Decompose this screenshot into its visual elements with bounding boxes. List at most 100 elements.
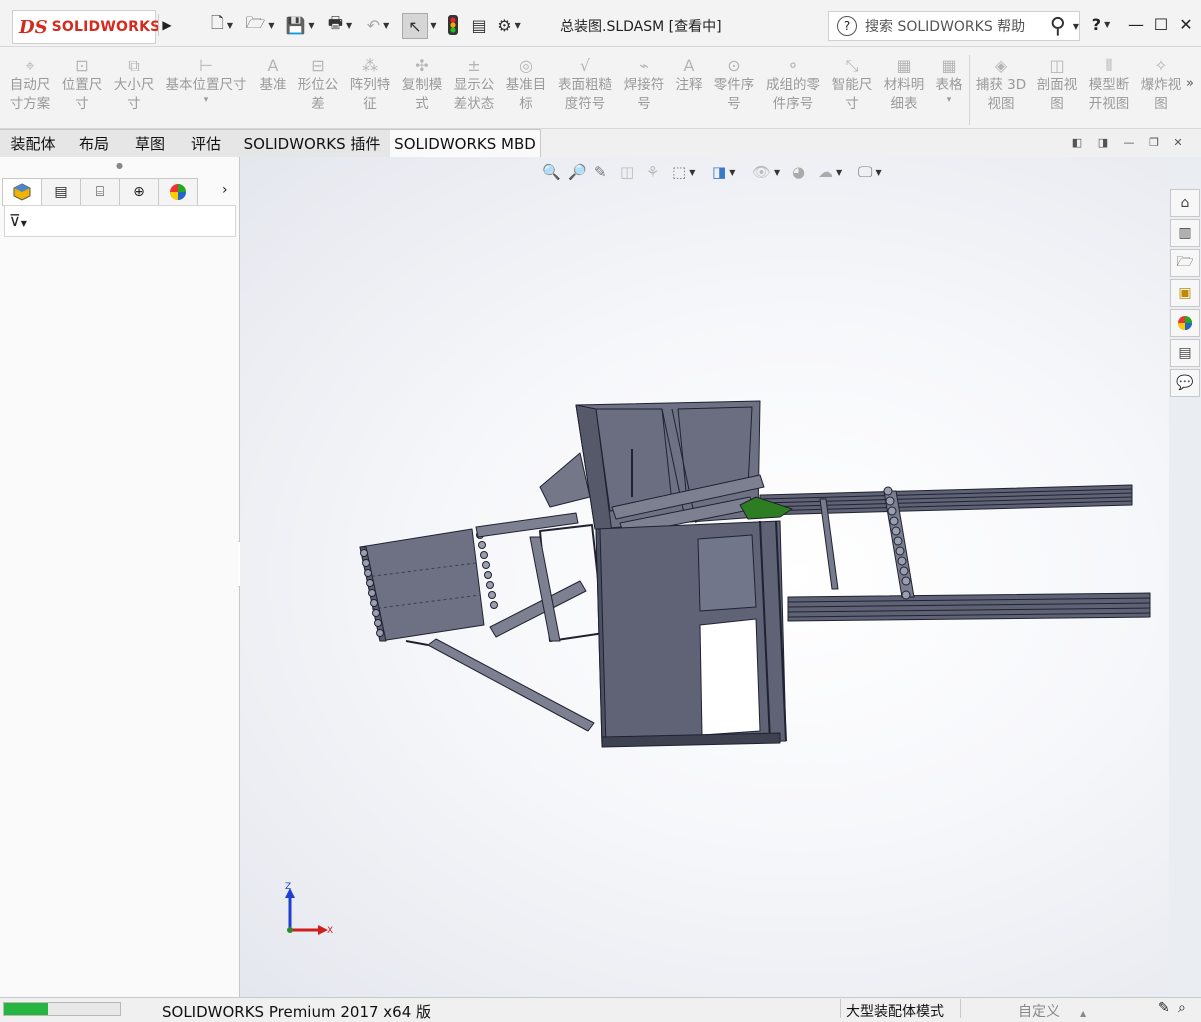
- zoom-to-area-icon[interactable]: 🔎: [568, 163, 587, 181]
- geometric-tolerance-icon: ⊟: [311, 55, 325, 75]
- zoom-to-fit-icon[interactable]: 🔍: [542, 163, 561, 181]
- tile-right-icon[interactable]: ◨: [1095, 134, 1111, 150]
- section-view-icon: ◫: [1049, 55, 1065, 75]
- apply-scene-icon[interactable]: ☁ ▼: [818, 163, 842, 181]
- pane-scroll-right-icon[interactable]: ›: [222, 182, 228, 198]
- rebuild-icon[interactable]: [444, 13, 462, 37]
- unit-system-label: 自定义: [1018, 1004, 1060, 1020]
- help-label: ?: [1091, 14, 1102, 34]
- rebuild-status-icon[interactable]: ✎: [1158, 1000, 1170, 1016]
- minimize-button[interactable]: —: [1125, 12, 1147, 36]
- unit-system-selector[interactable]: 自定义 ▲: [1018, 1001, 1086, 1021]
- balloon-icon: ⊙: [727, 55, 741, 75]
- hide-show-icon[interactable]: 👁 ▼: [752, 163, 780, 181]
- help-search-box[interactable]: ? 搜索 SOLIDWORKS 帮助 ⚲ ▼: [828, 11, 1080, 41]
- size-dimension-icon: ⧉: [128, 55, 140, 75]
- tab-4[interactable]: SOLIDWORKS 插件: [234, 129, 391, 157]
- cmd-surface-finish-button[interactable]: √ 表面粗糙 度符号: [553, 55, 617, 114]
- view-orientation-icon[interactable]: ⬚ ▼: [672, 163, 695, 181]
- custom-properties-icon[interactable]: ▤: [1170, 339, 1200, 367]
- edit-appearance-icon[interactable]: ◕: [792, 163, 805, 181]
- command-overflow-icon[interactable]: »: [1186, 76, 1194, 91]
- solidworks-logo[interactable]: DS SOLIDWORKS: [12, 10, 160, 44]
- cmd-label: 基本位置尺寸: [165, 77, 247, 93]
- help-button[interactable]: ? ▼: [1086, 12, 1116, 36]
- previous-view-icon[interactable]: ✎: [594, 163, 607, 181]
- doc-restore-icon[interactable]: ❐: [1146, 134, 1162, 150]
- surface-finish-icon: √: [579, 55, 591, 75]
- cmd-label: 注释: [675, 77, 703, 93]
- graphics-area[interactable]: [240, 157, 1169, 997]
- assembly-model[interactable]: [240, 157, 1169, 997]
- feature-manager-icon[interactable]: [2, 178, 42, 206]
- tab-3[interactable]: 评估: [178, 129, 235, 157]
- model-break-view-icon: ⫴: [1105, 55, 1113, 75]
- tab-2[interactable]: 草图: [122, 129, 179, 157]
- view-palette-icon[interactable]: ▣: [1170, 279, 1200, 307]
- filter-icon[interactable]: ⊽▼: [9, 211, 27, 230]
- view-settings-icon[interactable]: 🖵 ▼: [858, 163, 882, 181]
- appearances-icon[interactable]: [1170, 309, 1200, 337]
- chevron-down-icon[interactable]: ▾: [947, 95, 952, 105]
- configuration-manager-icon[interactable]: ⌸: [80, 178, 120, 206]
- file-explorer-icon[interactable]: 🗁: [1170, 249, 1200, 277]
- pane-handle-icon[interactable]: ●: [116, 161, 123, 170]
- tooltip-toggle-icon[interactable]: ⌕: [1178, 1000, 1186, 1016]
- print-icon[interactable]: 🖶 ▼: [326, 13, 354, 37]
- large-assembly-mode-text: 大型装配体模式: [846, 1004, 944, 1020]
- menu-expand-arrow-icon[interactable]: ▶: [158, 14, 175, 36]
- cmd-label: 复制模 式: [401, 77, 443, 112]
- weld-symbol-icon: ⌁: [639, 55, 649, 75]
- design-library-icon[interactable]: ▥: [1170, 219, 1200, 247]
- doc-minimize-icon[interactable]: —: [1121, 134, 1137, 150]
- section-view-icon[interactable]: ◫: [620, 163, 634, 181]
- display-style-icon[interactable]: ◨ ▼: [712, 163, 735, 181]
- feature-manager-pane: ● ▤ ⌸ ⊕ › ⊽▼ ●: [0, 157, 249, 997]
- search-dropdown-icon[interactable]: ▼: [1073, 22, 1079, 31]
- location-dimension-icon: ⊡: [75, 55, 89, 75]
- select-icon[interactable]: ↖: [402, 13, 428, 39]
- undo-icon[interactable]: ↶ ▼: [364, 13, 392, 37]
- cube-icon: [13, 183, 31, 201]
- tree-filter-box[interactable]: ⊽▼: [4, 205, 236, 237]
- cmd-datum-target-button[interactable]: ◎ 基准目 标: [494, 55, 558, 114]
- home-icon[interactable]: ⌂: [1170, 189, 1200, 217]
- cmd-auto-balloon-button[interactable]: ⚬ 成组的零 件序号: [761, 55, 825, 114]
- copy-scheme-icon: ✣: [415, 55, 429, 75]
- maximize-button[interactable]: ☐: [1150, 12, 1172, 36]
- cmd-label: 基准目 标: [505, 77, 547, 112]
- cmd-balloon-button[interactable]: ⊙ 零件序 号: [702, 55, 766, 114]
- file-properties-icon[interactable]: ▤: [470, 13, 488, 37]
- datum-icon: A: [267, 55, 279, 75]
- options-icon[interactable]: ⚙ ▼: [494, 13, 524, 37]
- pattern-feature-icon: ⁂: [362, 55, 378, 75]
- new-document-icon[interactable]: 🗋 ▼: [208, 13, 236, 37]
- open-icon[interactable]: 🗁 ▼: [246, 13, 275, 37]
- cmd-basic-location-dim-button[interactable]: ⊢ 基本位置尺寸 ▾: [161, 55, 251, 106]
- cmd-size-dim-button[interactable]: ⧉ 大小尺 寸: [102, 55, 166, 114]
- cmd-explode-view-button[interactable]: ✧ 爆炸视 图: [1129, 55, 1193, 114]
- close-button[interactable]: ✕: [1175, 12, 1197, 36]
- cmd-capture-3d-button[interactable]: ◈ 捕获 3D 视图: [969, 55, 1033, 114]
- forum-icon[interactable]: 💬: [1170, 369, 1200, 397]
- tab-0[interactable]: 装配体: [0, 129, 67, 157]
- select-dropdown-icon[interactable]: ▼: [427, 13, 437, 37]
- explode-view-icon: ✧: [1154, 55, 1168, 75]
- save-icon[interactable]: 💾 ▼: [285, 13, 314, 37]
- cmd-label: 形位公 差: [297, 77, 339, 112]
- display-manager-icon[interactable]: [158, 178, 198, 206]
- doc-close-icon[interactable]: ✕: [1170, 134, 1186, 150]
- coordinate-triad: Z X: [285, 882, 333, 936]
- tab-5[interactable]: SOLIDWORKS MBD: [390, 129, 541, 157]
- cmd-label: 显示公 差状态: [453, 77, 495, 112]
- ds-logo-icon: DS: [19, 16, 48, 38]
- chevron-down-icon[interactable]: ▾: [204, 95, 209, 105]
- dynamic-annotation-icon[interactable]: ⚘: [646, 163, 659, 181]
- cmd-label: 成组的零 件序号: [766, 77, 820, 112]
- dimxpert-icon[interactable]: ⊕: [119, 178, 159, 206]
- property-manager-icon[interactable]: ▤: [41, 178, 81, 206]
- tab-1[interactable]: 布局: [66, 129, 123, 157]
- tile-left-icon[interactable]: ◧: [1069, 134, 1085, 150]
- search-icon[interactable]: ⚲: [1050, 14, 1066, 39]
- cmd-label: 阵列特 征: [349, 77, 391, 112]
